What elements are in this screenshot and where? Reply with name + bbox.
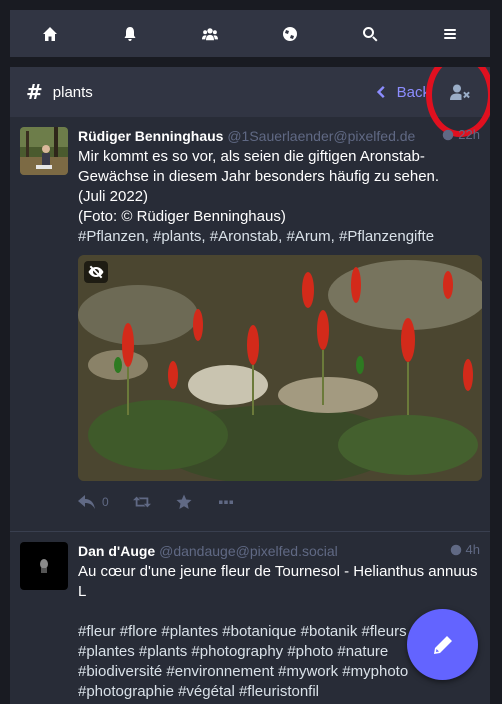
- chevron-left-icon: [376, 85, 385, 99]
- pencil-icon: [433, 635, 452, 654]
- content-line: (Foto: © Rüdiger Benninghaus): [78, 208, 286, 225]
- retweet-icon: [132, 496, 151, 508]
- search-icon: [363, 26, 378, 41]
- hashtag-line[interactable]: #photographie #végétal #fleuristonfil: [78, 682, 480, 702]
- users-icon: [202, 27, 218, 40]
- globe-icon: [450, 544, 461, 555]
- avatar[interactable]: [20, 542, 68, 590]
- time-label: 4h: [465, 542, 480, 557]
- avatar[interactable]: [20, 127, 68, 175]
- status-item[interactable]: 22h Rüdiger Benninghaus @1Sauerlaender@p…: [10, 117, 490, 532]
- status-actions: 0: [78, 483, 480, 521]
- column-title: plants: [52, 83, 93, 101]
- display-name: Rüdiger Benninghaus: [78, 128, 224, 144]
- hashtag-icon: #: [26, 80, 43, 104]
- status-content: Mir kommt es so vor, als seien die gifti…: [78, 147, 480, 247]
- account-handle: @dandauge@pixelfed.social: [159, 543, 338, 559]
- home-icon: [43, 26, 57, 41]
- column-header: # plants Back: [10, 67, 490, 137]
- nav-federated-button[interactable]: [250, 10, 330, 57]
- nav-notifications-button[interactable]: [90, 10, 170, 57]
- reply-icon: [78, 495, 95, 509]
- account-handle: @1Sauerlaender@pixelfed.de: [227, 128, 416, 144]
- status-time[interactable]: 22h: [442, 127, 480, 142]
- nav-local-button[interactable]: [170, 10, 250, 57]
- compose-button[interactable]: [407, 609, 478, 680]
- boost-button[interactable]: [132, 494, 151, 510]
- hashtag-line[interactable]: #Pflanzen, #plants, #Aronstab, #Arum, #P…: [78, 227, 480, 247]
- back-button[interactable]: Back: [376, 67, 430, 117]
- nav-home-button[interactable]: [10, 10, 90, 57]
- reply-button[interactable]: 0: [78, 494, 109, 510]
- star-icon: [176, 494, 192, 509]
- top-navigation: [10, 10, 490, 57]
- nav-menu-button[interactable]: [410, 10, 490, 57]
- status-author[interactable]: Dan d'Auge @dandauge@pixelfed.social: [78, 542, 480, 560]
- time-label: 22h: [458, 127, 480, 142]
- globe-icon: [283, 26, 297, 41]
- hashtag-column: # plants Back 22h Rüdiger Benninghaus @1…: [10, 67, 490, 704]
- bars-icon: [444, 28, 456, 39]
- nav-search-button[interactable]: [330, 10, 410, 57]
- status-time[interactable]: 4h: [450, 542, 480, 557]
- status-author[interactable]: Rüdiger Benninghaus @1Sauerlaender@pixel…: [78, 127, 480, 145]
- eye-slash-icon: [88, 265, 104, 279]
- photo-arum-plants: [78, 255, 482, 481]
- display-name: Dan d'Auge: [78, 543, 156, 559]
- media-attachment[interactable]: [78, 255, 482, 481]
- favourite-button[interactable]: [175, 494, 193, 510]
- bell-icon: [124, 26, 136, 41]
- ellipsis-icon: [218, 500, 233, 504]
- content-line: Mir kommt es so vor, als seien die gifti…: [78, 148, 440, 185]
- content-line: Au cœur d'une jeune fleur de Tournesol -…: [78, 563, 478, 600]
- more-button[interactable]: [217, 494, 235, 510]
- hide-media-button[interactable]: [84, 261, 108, 283]
- content-line: (Juli 2022): [78, 188, 149, 205]
- back-label: Back: [396, 83, 430, 101]
- reply-count: 0: [102, 495, 109, 509]
- globe-icon: [443, 129, 454, 140]
